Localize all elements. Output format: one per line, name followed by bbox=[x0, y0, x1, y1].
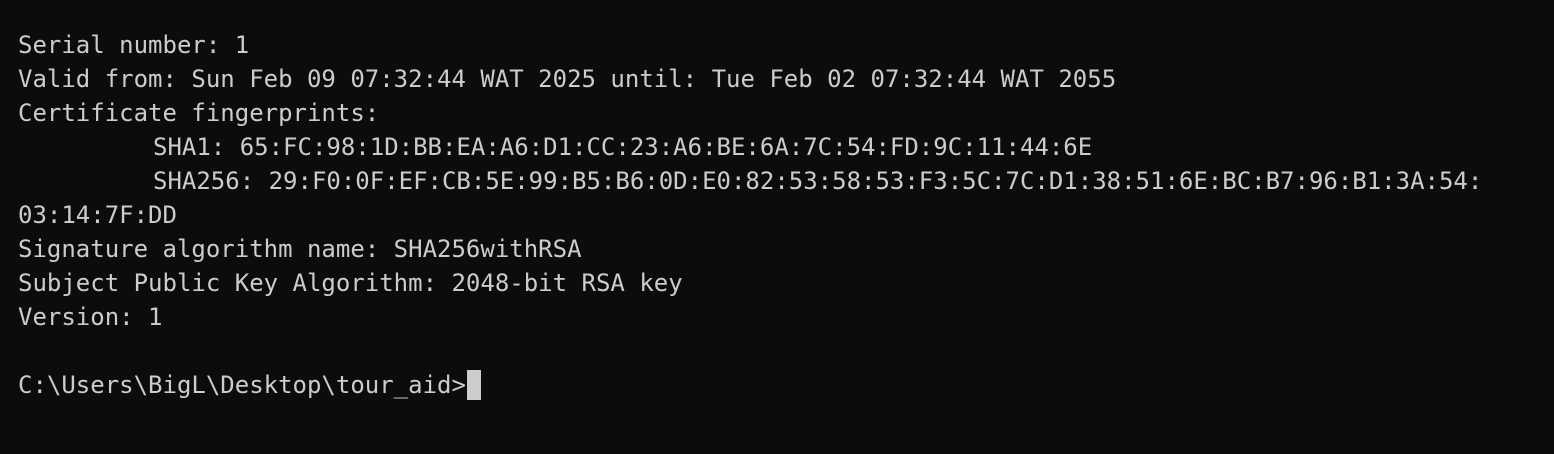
prompt-path: C:\Users\BigL\Desktop\tour_aid> bbox=[18, 371, 466, 399]
version-line: Version: 1 bbox=[18, 303, 163, 331]
command-prompt-line[interactable]: C:\Users\BigL\Desktop\tour_aid> bbox=[18, 368, 1554, 402]
sha256-fingerprint-line: SHA256: 29:F0:0F:EF:CB:5E:99:B5:B6:0D:E0… bbox=[153, 167, 1483, 195]
sha256-fingerprint-continuation-line: 03:14:7F:DD bbox=[18, 201, 177, 229]
fingerprints-header-line: Certificate fingerprints: bbox=[18, 99, 380, 127]
terminal-window[interactable]: Serial number: 1 Valid from: Sun Feb 09 … bbox=[0, 0, 1554, 454]
public-key-algorithm-line: Subject Public Key Algorithm: 2048-bit R… bbox=[18, 269, 683, 297]
signature-algorithm-line: Signature algorithm name: SHA256withRSA bbox=[18, 235, 582, 263]
text-cursor[interactable] bbox=[466, 370, 481, 400]
sha1-fingerprint-line: SHA1: 65:FC:98:1D:BB:EA:A6:D1:CC:23:A6:B… bbox=[153, 133, 1093, 161]
serial-number-line: Serial number: 1 bbox=[18, 31, 250, 59]
validity-line: Valid from: Sun Feb 09 07:32:44 WAT 2025… bbox=[18, 65, 1117, 93]
